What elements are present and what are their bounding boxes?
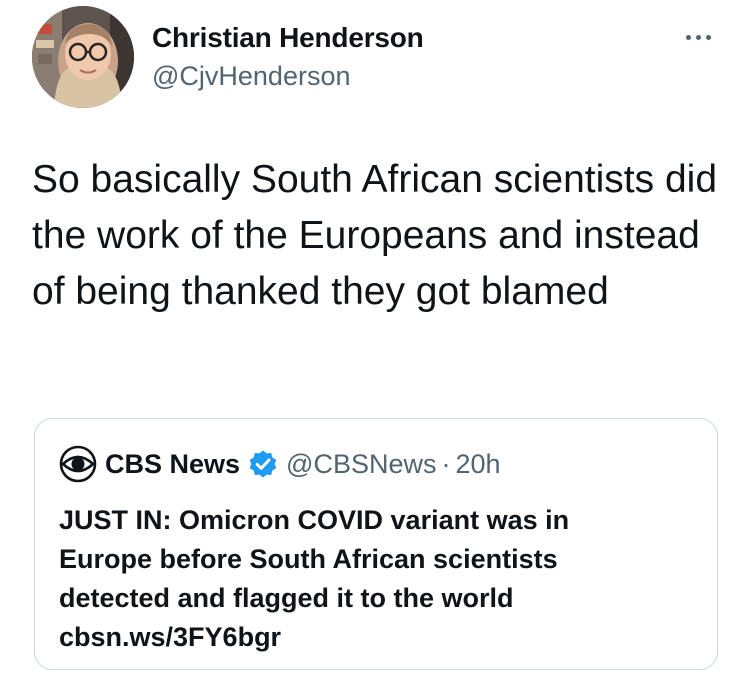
- tweet-text: So basically South African scientists di…: [32, 158, 718, 313]
- quoted-author-name[interactable]: CBS News: [105, 449, 240, 480]
- quoted-author-handle[interactable]: @CBSNews: [286, 449, 436, 480]
- more-options-icon[interactable]: [676, 22, 720, 52]
- author-name[interactable]: Christian Henderson: [152, 22, 424, 54]
- quoted-text-line: JUST IN: Omicron COVID variant was in: [59, 505, 570, 535]
- quoted-tweet-card[interactable]: CBS News @CBSNews · 20h JUST IN: Omicron…: [34, 418, 718, 670]
- more-dot: [705, 34, 711, 40]
- quoted-tweet-header: CBS News @CBSNews · 20h: [59, 445, 501, 483]
- author-handle[interactable]: @CjvHenderson: [152, 61, 351, 92]
- quoted-text-line: Europe before South African scientists: [59, 544, 558, 574]
- quoted-tweet-text: JUST IN: Omicron COVID variant was in Eu…: [59, 501, 699, 657]
- cbs-eye-logo-icon: [59, 445, 97, 483]
- profile-photo-icon: [32, 6, 134, 108]
- quoted-link[interactable]: cbsn.ws/3FY6bgr: [59, 618, 699, 657]
- more-dot: [685, 34, 691, 40]
- more-dot: [695, 34, 701, 40]
- author-avatar[interactable]: [32, 6, 134, 108]
- separator-dot: ·: [441, 448, 451, 479]
- quoted-tweet-time[interactable]: 20h: [456, 449, 501, 480]
- verified-badge-icon: [249, 450, 277, 478]
- quoted-text-line: detected and flagged it to the world: [59, 583, 514, 613]
- tweet: Christian Henderson @CjvHenderson So bas…: [0, 0, 750, 683]
